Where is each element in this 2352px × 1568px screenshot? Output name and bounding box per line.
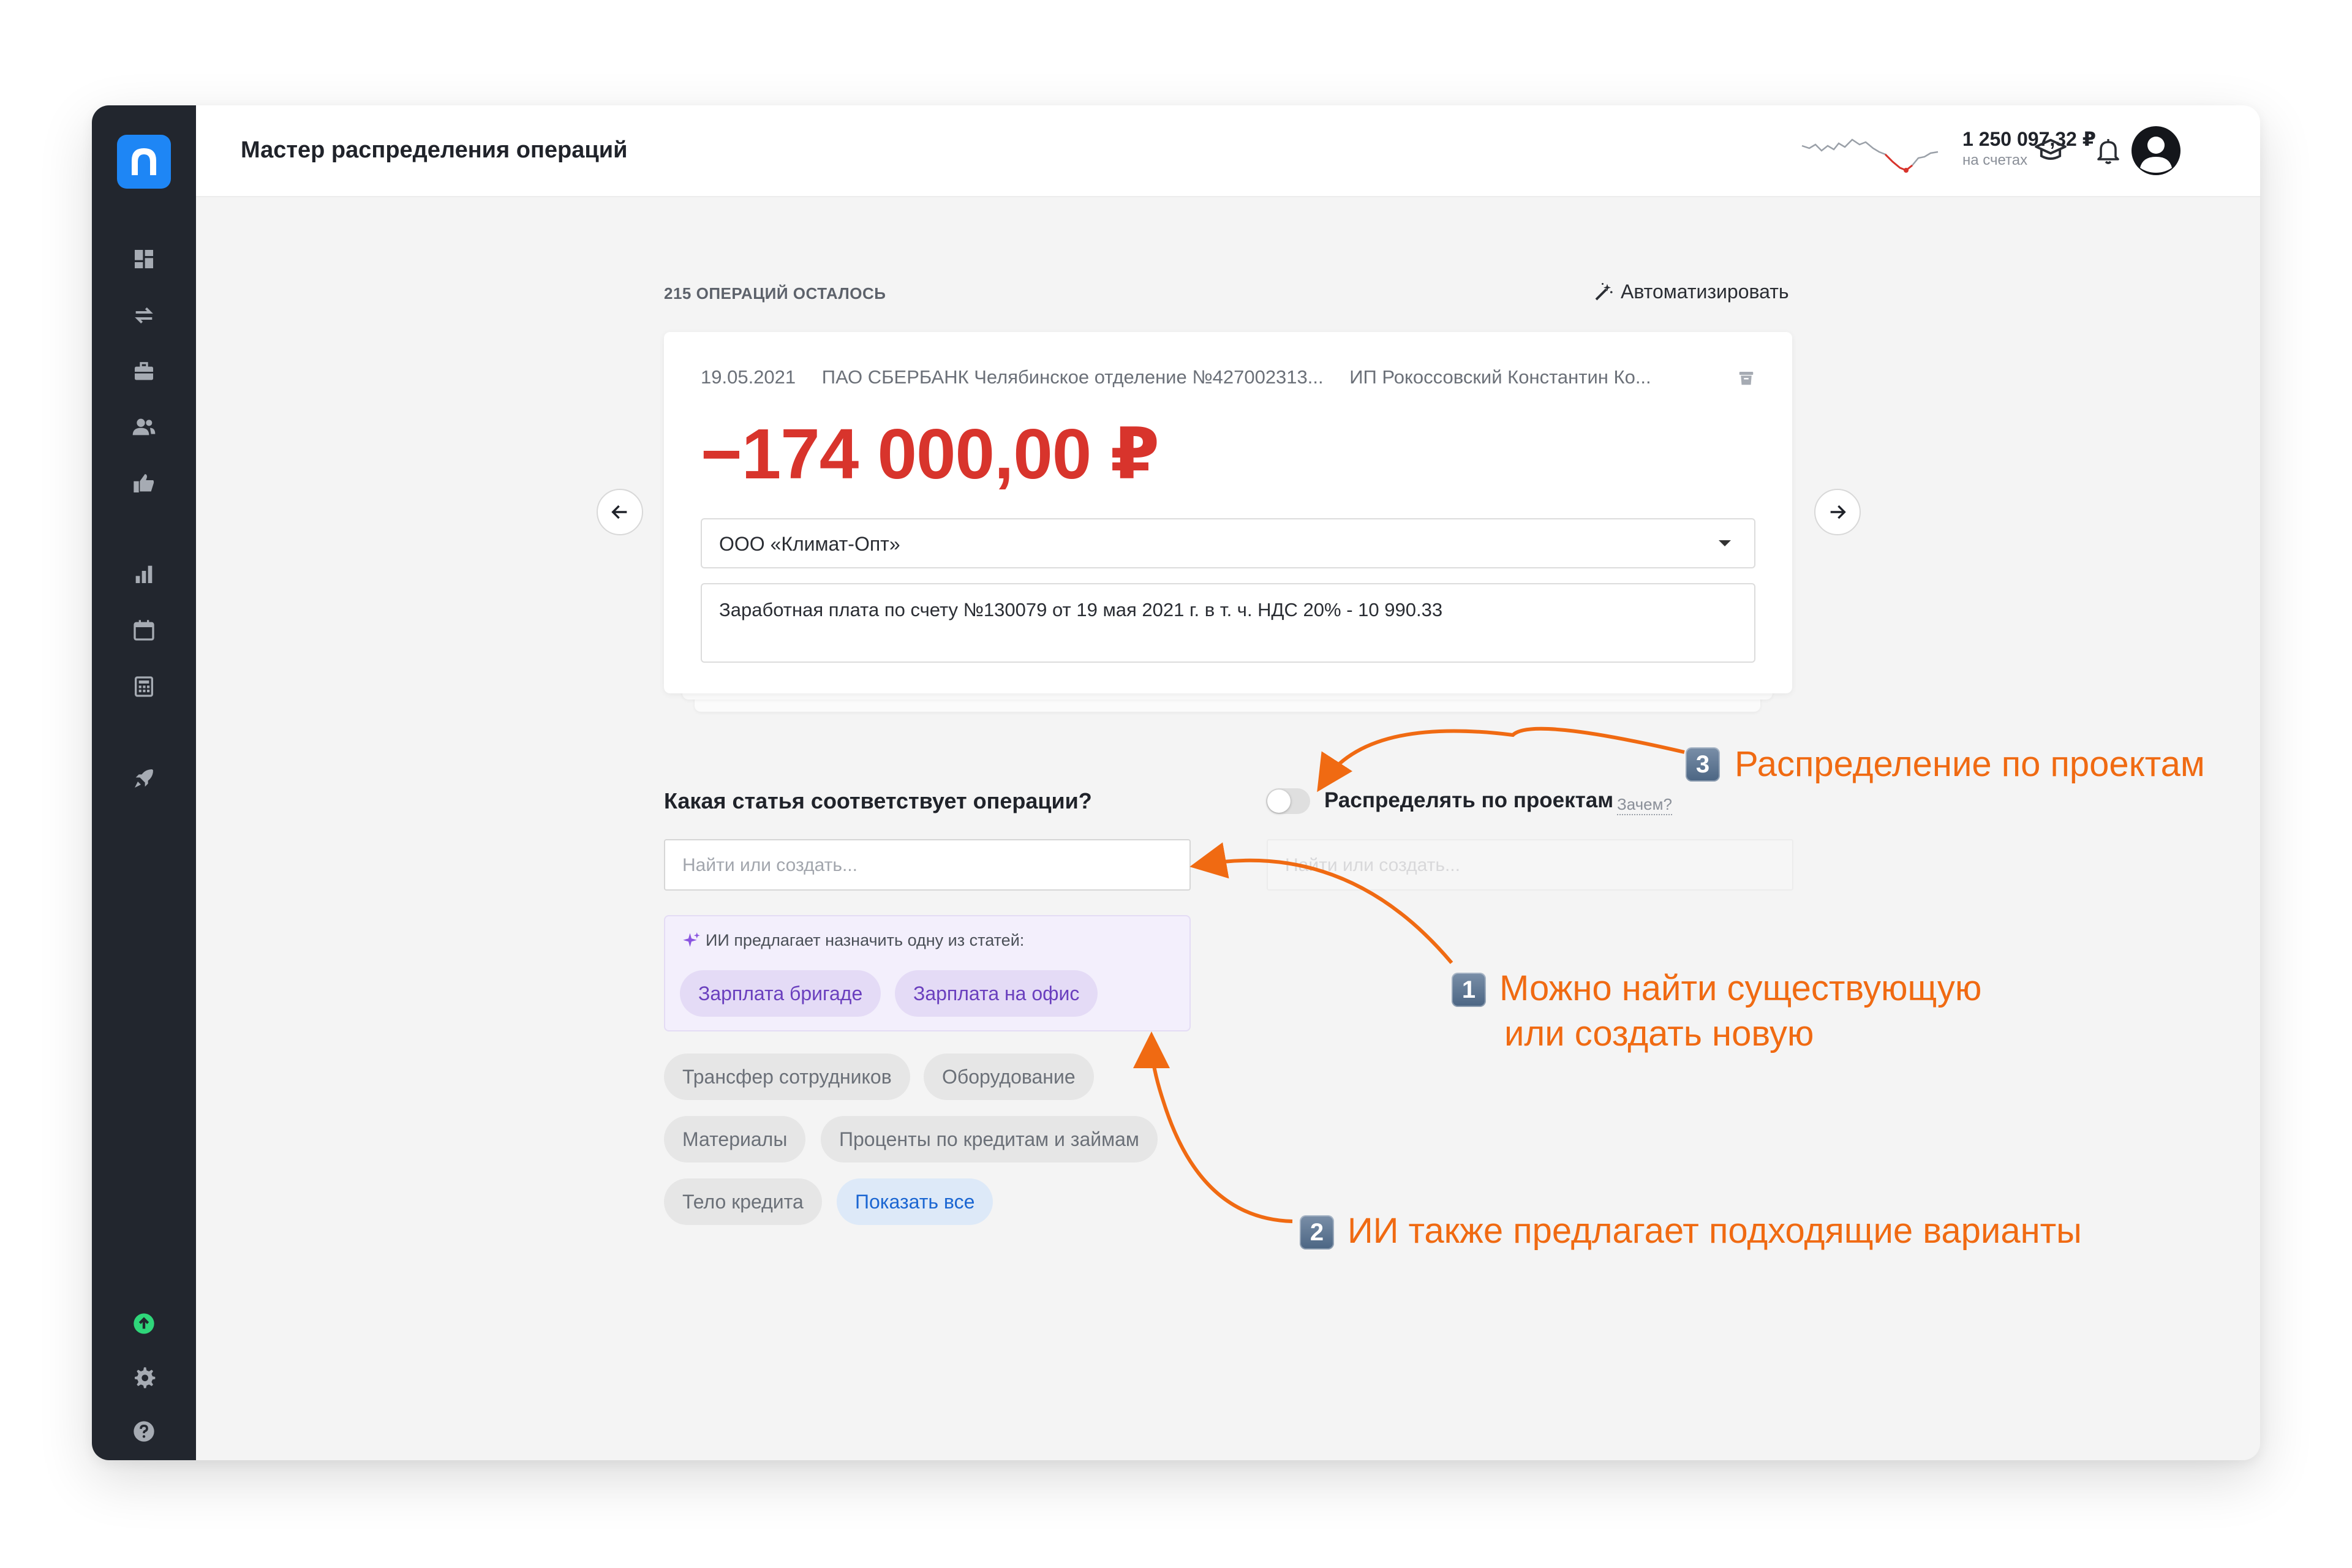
annotation-badge-1: 1 [1452, 973, 1486, 1007]
annotation-1-line2: или создать новую [1504, 1014, 1814, 1054]
annotation-badge-2: 2 [1300, 1215, 1334, 1250]
annotation-3-text: Распределение по проектам [1735, 744, 2205, 784]
annotation-1-line1: Можно найти существующую [1499, 968, 1982, 1008]
annotation-badge-3: 3 [1686, 747, 1720, 782]
annotation-2-text: ИИ также предлагает подходящие варианты [1348, 1211, 2082, 1251]
